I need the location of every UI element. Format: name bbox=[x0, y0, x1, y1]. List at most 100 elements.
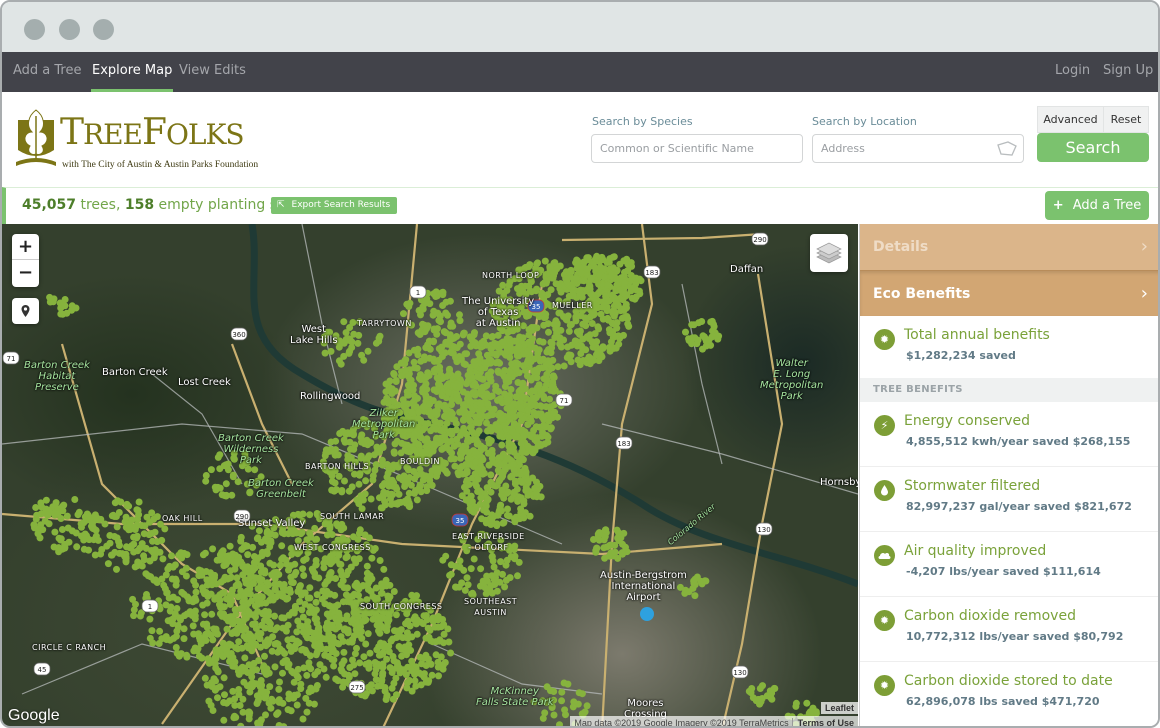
tree-marker bbox=[416, 331, 424, 338]
tree-marker bbox=[183, 653, 191, 661]
location-search-input[interactable]: Address bbox=[812, 134, 1024, 163]
tree-marker bbox=[458, 579, 466, 587]
tree-marker bbox=[330, 487, 338, 495]
maximize-window-button[interactable] bbox=[93, 19, 114, 40]
tree-marker bbox=[306, 529, 314, 537]
reset-search-button[interactable]: Reset bbox=[1103, 106, 1149, 133]
locate-me-button[interactable] bbox=[12, 298, 39, 324]
tree-marker bbox=[262, 609, 270, 616]
tree-marker bbox=[514, 360, 522, 368]
tree-marker bbox=[322, 645, 330, 653]
tree-marker bbox=[125, 502, 133, 510]
tree-marker bbox=[273, 710, 281, 718]
tree-marker bbox=[135, 559, 143, 567]
tree-marker bbox=[367, 495, 375, 503]
tree-marker bbox=[363, 562, 371, 570]
eco-benefits-tab[interactable]: Eco Benefits › bbox=[860, 270, 1158, 316]
tree-marker bbox=[463, 487, 471, 495]
tree-marker bbox=[438, 289, 446, 297]
tree-marker bbox=[290, 694, 298, 702]
tree-marker bbox=[312, 557, 320, 564]
zoom-out-button[interactable]: − bbox=[12, 260, 39, 286]
tree-marker bbox=[261, 624, 269, 632]
tree-marker bbox=[298, 606, 306, 614]
tree-marker bbox=[340, 339, 348, 347]
tree-marker bbox=[61, 296, 69, 303]
benefit-value: 4,855,512 kwh/year saved $268,155 bbox=[906, 435, 1131, 448]
tree-marker bbox=[481, 506, 489, 514]
tree-marker bbox=[375, 618, 383, 625]
map-canvas[interactable]: 290183353607112901304527571130135183 bbox=[2, 224, 858, 728]
highway-shield: 71 bbox=[2, 351, 20, 365]
export-search-results-button[interactable]: ⇱ Export Search Results bbox=[271, 197, 398, 214]
search-button[interactable]: Search bbox=[1037, 133, 1149, 162]
tree-marker bbox=[299, 715, 307, 723]
tree-marker bbox=[291, 604, 299, 612]
tree-marker bbox=[435, 345, 443, 353]
nav-sign-up[interactable]: Sign Up bbox=[1103, 52, 1153, 92]
tree-marker bbox=[403, 684, 411, 692]
tree-marker bbox=[438, 392, 446, 400]
tree-marker bbox=[515, 558, 523, 566]
tree-marker bbox=[587, 274, 595, 282]
layers-button[interactable] bbox=[810, 234, 848, 272]
tree-marker bbox=[506, 447, 514, 455]
nav-view-edits[interactable]: View Edits bbox=[179, 52, 246, 92]
terms-of-use-link[interactable]: Terms of Use bbox=[791, 718, 854, 726]
tree-marker bbox=[597, 310, 605, 318]
tree-marker bbox=[138, 522, 146, 529]
tree-marker bbox=[235, 638, 243, 646]
zoom-in-button[interactable]: + bbox=[12, 234, 39, 260]
details-tab[interactable]: Details › bbox=[860, 224, 1158, 270]
tree-marker bbox=[245, 715, 253, 723]
add-tree-button[interactable]: + Add a Tree bbox=[1045, 191, 1149, 220]
highway bbox=[561, 232, 763, 242]
sun-icon: ✹ bbox=[874, 329, 895, 350]
tree-marker bbox=[422, 662, 430, 669]
tree-marker bbox=[423, 325, 431, 333]
tree-marker bbox=[146, 634, 154, 642]
map-place-label: West Lake Hills bbox=[290, 324, 338, 346]
tree-marker bbox=[404, 617, 412, 625]
tree-marker bbox=[400, 400, 408, 408]
nav-explore-map[interactable]: Explore Map bbox=[91, 52, 174, 92]
nav-login[interactable]: Login bbox=[1055, 52, 1090, 92]
tree-marker bbox=[803, 699, 811, 707]
tree-marker bbox=[539, 355, 547, 363]
draw-area-icon[interactable] bbox=[996, 141, 1018, 157]
treefolks-logo[interactable]: TREEFOLKS with The City of Austin & Aust… bbox=[14, 106, 258, 174]
tree-marker bbox=[510, 420, 518, 427]
tree-marker bbox=[413, 496, 421, 504]
tree-marker bbox=[234, 617, 242, 625]
tree-marker bbox=[422, 472, 430, 480]
tree-marker bbox=[340, 584, 348, 592]
highway-shield: 35 bbox=[451, 513, 469, 527]
highway-shield: 1 bbox=[141, 599, 159, 613]
nav-add-a-tree[interactable]: Add a Tree bbox=[13, 52, 82, 92]
species-search-input[interactable]: Common or Scientific Name bbox=[591, 134, 803, 163]
tree-marker bbox=[257, 562, 265, 570]
tree-marker bbox=[460, 329, 468, 337]
close-window-button[interactable] bbox=[24, 19, 45, 40]
tree-marker bbox=[457, 356, 465, 363]
tree-marker bbox=[447, 319, 455, 327]
tree-marker bbox=[57, 515, 65, 522]
tree-marker bbox=[463, 350, 471, 358]
map-place-label: Lost Creek bbox=[178, 377, 231, 388]
tree-marker bbox=[350, 661, 358, 669]
tree-marker bbox=[229, 687, 237, 695]
minimize-window-button[interactable] bbox=[59, 19, 80, 40]
tree-marker bbox=[539, 338, 547, 346]
advanced-search-button[interactable]: Advanced bbox=[1037, 106, 1104, 133]
tree-marker bbox=[203, 681, 211, 689]
tree-marker bbox=[319, 635, 327, 643]
tree-marker bbox=[812, 708, 820, 716]
tree-marker bbox=[298, 528, 306, 536]
leaflet-link[interactable]: Leaflet bbox=[820, 702, 858, 714]
tree-marker bbox=[321, 349, 329, 357]
highway-shield: 290 bbox=[751, 232, 769, 246]
tree-marker bbox=[350, 445, 358, 453]
tree-marker bbox=[517, 439, 525, 447]
tree-map[interactable]: 290 183 35 360 71 1 290 130 45 275 71 130 1 35 183 Wes… bbox=[2, 224, 858, 728]
tree-marker bbox=[553, 321, 561, 329]
